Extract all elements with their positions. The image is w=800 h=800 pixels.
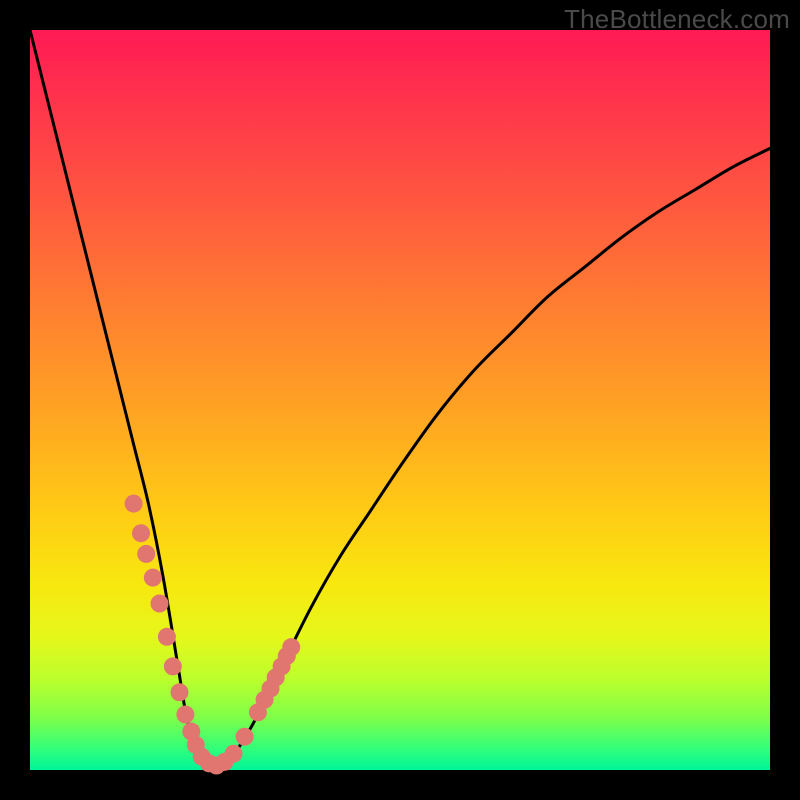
chart-frame: TheBottleneck.com xyxy=(0,0,800,800)
sample-point xyxy=(225,745,243,763)
plot-area xyxy=(30,30,770,770)
sample-point xyxy=(132,524,150,542)
sample-points-group xyxy=(125,495,301,775)
sample-point xyxy=(144,569,162,587)
sample-point xyxy=(176,706,194,724)
sample-point xyxy=(164,657,182,675)
sample-point xyxy=(236,728,254,746)
sample-point xyxy=(158,628,176,646)
sample-point xyxy=(170,683,188,701)
bottleneck-curve xyxy=(30,30,770,767)
bottleneck-plot-svg xyxy=(30,30,770,770)
sample-point xyxy=(151,595,169,613)
sample-point xyxy=(137,545,155,563)
sample-point xyxy=(125,495,143,513)
sample-point xyxy=(282,638,300,656)
